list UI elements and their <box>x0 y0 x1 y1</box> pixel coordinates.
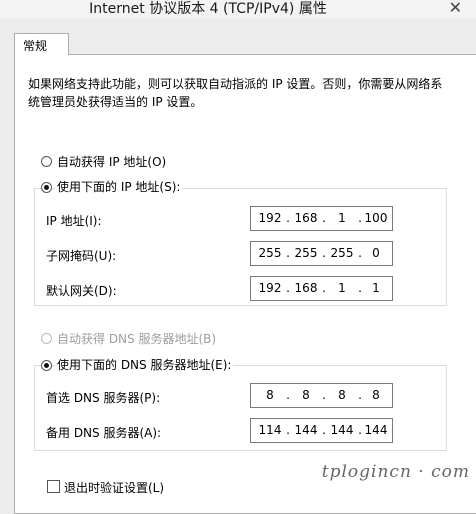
alternate-dns-input[interactable]: 114 . 144 . 144 . 144 <box>250 418 393 443</box>
subnet-mask-label: 子网掩码(U): <box>46 249 117 263</box>
subnet-mask-input[interactable]: 255 . 255 . 255 . 0 <box>250 241 393 266</box>
auto-dns-label: 自动获得 DNS 服务器地址(B) <box>57 332 217 346</box>
manual-ip-radio[interactable] <box>41 182 52 193</box>
manual-dns-radio[interactable] <box>41 360 52 371</box>
preferred-dns-input[interactable]: 8 . 8 . 8 . 8 <box>250 383 393 408</box>
default-gateway-label: 默认网关(D): <box>46 284 117 298</box>
ip-address-input[interactable]: 192 . 168 . 1 . 100 <box>250 206 393 231</box>
window-title: Internet 协议版本 4 (TCP/IPv4) 属性 <box>89 1 327 17</box>
close-icon[interactable]: ✕ <box>449 0 462 17</box>
validate-on-exit-checkbox[interactable] <box>47 480 60 493</box>
watermark-text: tplogincn · com <box>321 462 470 482</box>
auto-dns-radio[interactable] <box>41 333 52 344</box>
title-bar: Internet 协议版本 4 (TCP/IPv4) 属性 ✕ <box>0 0 476 18</box>
alternate-dns-label: 备用 DNS 服务器(A): <box>46 426 162 440</box>
tab-label: 常规 <box>23 39 48 53</box>
auto-ip-radio[interactable] <box>41 156 52 167</box>
validate-on-exit-label: 退出时验证设置(L) <box>64 481 165 495</box>
default-gateway-input[interactable]: 192 . 168 . 1 . 1 <box>250 276 393 301</box>
ip-address-label: IP 地址(I): <box>46 214 102 228</box>
manual-ip-label: 使用下面的 IP 地址(S): <box>55 178 183 195</box>
manual-dns-label: 使用下面的 DNS 服务器地址(E): <box>55 356 234 373</box>
tab-general[interactable]: 常规 <box>14 33 69 55</box>
preferred-dns-label: 首选 DNS 服务器(P): <box>46 391 161 405</box>
description-text: 如果网络支持此功能，则可以获取自动指派的 IP 设置。否则，你需要从网络系统管理… <box>28 77 443 109</box>
auto-ip-label: 自动获得 IP 地址(O) <box>57 155 167 169</box>
